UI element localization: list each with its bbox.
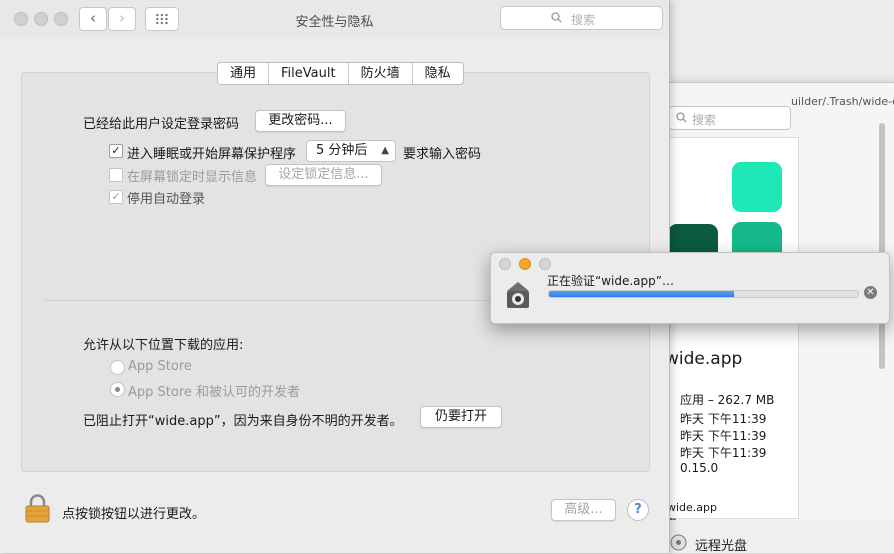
dialog-close-button[interactable] <box>499 258 511 270</box>
app-last-opened: 昨天 下午11:39 <box>680 446 767 460</box>
password-delay-select[interactable]: 5 分钟后 ▲ <box>306 140 396 162</box>
radio-selected-dot <box>115 387 120 392</box>
verify-dialog: 正在验证“wide.app”… ✕ <box>490 252 890 324</box>
close-icon: ✕ <box>866 287 875 298</box>
dialog-zoom-button[interactable] <box>539 258 551 270</box>
radio-app-store-label: App Store <box>128 359 192 374</box>
blocked-app-message: 已阻止打开“wide.app”，因为来自身份不明的开发者。 <box>83 414 403 429</box>
radio-identified-label: App Store 和被认可的开发者 <box>128 385 301 400</box>
finder-search-placeholder: 搜索 <box>692 113 717 127</box>
gatekeeper-icon <box>507 282 529 308</box>
disc-icon <box>670 534 687 551</box>
radio-identified-developers[interactable] <box>110 382 125 397</box>
open-anyway-button[interactable]: 仍要打开 <box>420 406 502 428</box>
lock-icon[interactable] <box>25 494 50 523</box>
lock-message: 点按锁按钮以进行更改。 <box>62 507 206 522</box>
dialog-minimize-button[interactable] <box>519 258 531 270</box>
require-password-checkbox[interactable]: ✓ <box>109 144 123 158</box>
tab-filevault[interactable]: FileVault <box>268 63 348 84</box>
verify-message: 正在验证“wide.app”… <box>547 274 674 288</box>
search-icon <box>676 112 687 123</box>
sidebar-item-remote-disc[interactable]: 远程光盘 <box>695 535 747 554</box>
app-created: 昨天 下午11:39 <box>680 412 767 426</box>
help-icon: ? <box>634 502 642 517</box>
tab-firewall[interactable]: 防火墙 <box>347 63 412 84</box>
chevron-updown-icon: ▲ <box>381 145 389 156</box>
verify-progress-bar <box>548 290 859 298</box>
show-message-checkbox[interactable] <box>109 168 123 182</box>
disable-auto-login-checkbox[interactable]: ✓ <box>109 190 123 204</box>
require-password-label: 进入睡眠或开始屏幕保护程序 <box>127 147 297 162</box>
finder-path: uilder/.Trash/wide-d <box>791 95 894 108</box>
progress-fill <box>549 291 735 297</box>
app-modified: 昨天 下午11:39 <box>680 429 767 443</box>
tab-bar: 通用 FileVault 防火墙 隐私 <box>217 62 464 85</box>
allow-apps-label: 允许从以下位置下载的应用: <box>83 338 244 353</box>
tab-general[interactable]: 通用 <box>218 63 269 84</box>
search-input[interactable]: 搜索 <box>500 6 663 30</box>
tab-privacy[interactable]: 隐私 <box>411 63 463 84</box>
show-message-label: 在屏幕锁定时显示信息 <box>127 170 258 185</box>
finder-search-field[interactable]: 搜索 <box>669 106 791 130</box>
app-name: wide.app <box>665 349 743 369</box>
scrollbar[interactable] <box>879 123 885 369</box>
help-button[interactable]: ? <box>627 499 649 521</box>
change-password-button[interactable]: 更改密码... <box>255 110 346 132</box>
password-set-label: 已经给此用户设定登录密码 <box>83 117 240 132</box>
set-lock-message-button[interactable]: 设定锁定信息... <box>265 164 382 186</box>
disable-auto-login-label: 停用自动登录 <box>127 192 206 207</box>
finder-bottom-file: wide.app <box>667 501 718 514</box>
app-version: 0.15.0 <box>680 461 719 475</box>
password-delay-value: 5 分钟后 <box>316 143 368 158</box>
cancel-verify-button[interactable]: ✕ <box>864 286 877 299</box>
app-kind-size: 应用 – 262.7 MB <box>680 393 775 407</box>
require-password-suffix: 要求输入密码 <box>403 147 482 162</box>
app-icon-tile <box>732 162 782 212</box>
search-placeholder: 搜索 <box>571 13 596 27</box>
advanced-button[interactable]: 高级... <box>551 499 616 521</box>
title-bar: ‹ › 安全性与隐私 搜索 <box>0 0 669 38</box>
search-icon <box>551 12 562 23</box>
radio-app-store[interactable] <box>110 360 125 375</box>
